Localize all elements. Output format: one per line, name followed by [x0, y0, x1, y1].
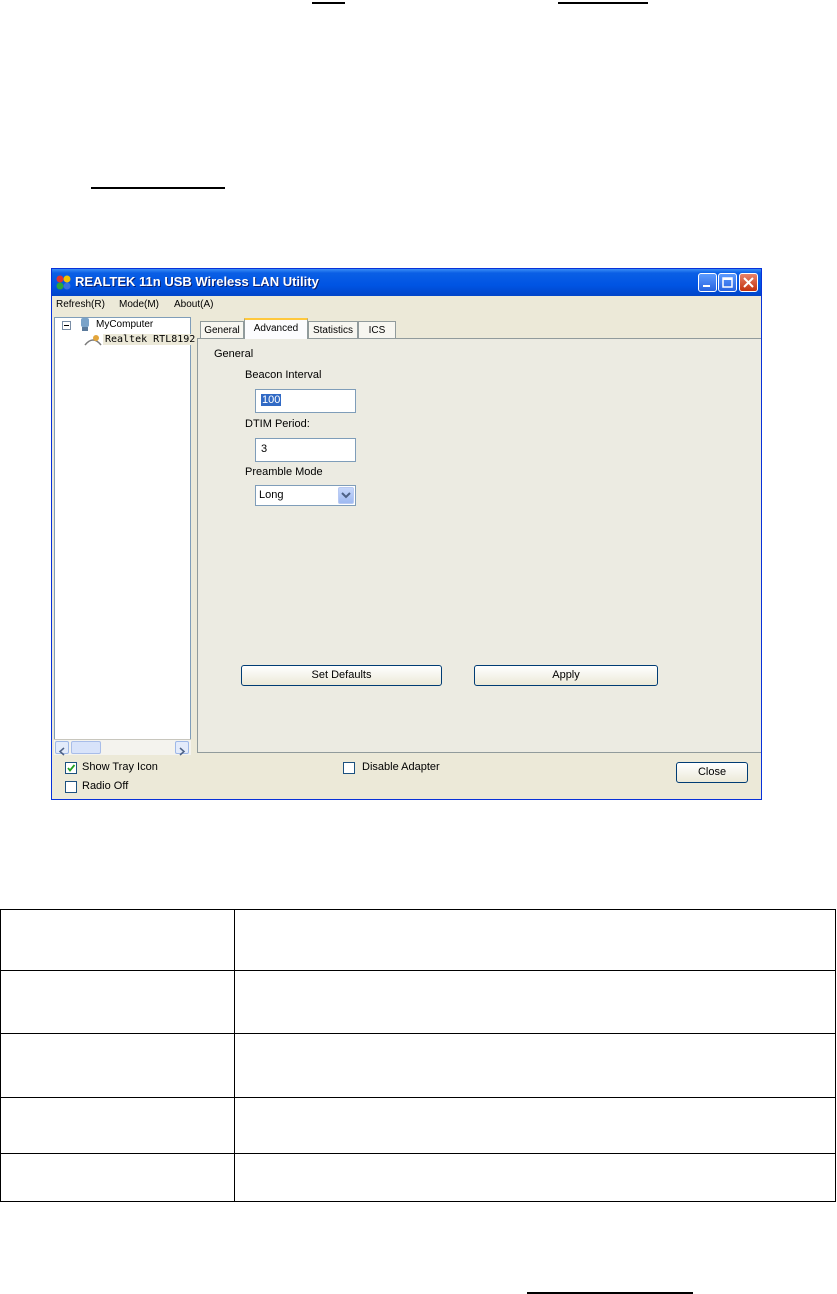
close-button[interactable]: Close — [676, 762, 748, 783]
group-label-general: General — [214, 348, 254, 360]
preamble-mode-value: Long — [259, 489, 284, 501]
table-cell — [0, 1033, 235, 1098]
title-bar[interactable]: REALTEK 11n USB Wireless LAN Utility — [52, 269, 761, 296]
table-row — [0, 1153, 836, 1202]
tree-item-mycomputer[interactable]: MyComputer — [96, 319, 153, 330]
apply-button[interactable]: Apply — [474, 665, 658, 686]
table-cell — [0, 1097, 235, 1154]
table-cell — [0, 1153, 235, 1202]
maximize-icon — [722, 277, 733, 288]
scroll-right-button[interactable] — [175, 741, 189, 756]
adapter-icon — [84, 335, 102, 346]
table-cell — [0, 909, 235, 971]
minimize-icon — [703, 285, 710, 287]
maximize-button[interactable] — [718, 273, 737, 292]
minimize-button[interactable] — [698, 273, 717, 292]
utility-window: REALTEK 11n USB Wireless LAN Utility Ref… — [51, 268, 762, 800]
app-icon — [56, 275, 71, 290]
tree-horizontal-scrollbar[interactable] — [54, 739, 191, 756]
chevron-right-icon — [179, 747, 186, 756]
tree-item-adapter[interactable]: Realtek RTL8192 — [103, 334, 198, 345]
radio-off-label[interactable]: Radio Off — [82, 780, 128, 792]
scroll-left-button[interactable] — [55, 741, 69, 756]
beacon-interval-label: Beacon Interval — [245, 369, 322, 381]
chevron-left-icon — [58, 747, 65, 756]
close-icon — [743, 277, 754, 288]
menu-refresh[interactable]: Refresh(R) — [56, 299, 105, 310]
tab-advanced[interactable]: Advanced — [244, 318, 308, 339]
menu-mode[interactable]: Mode(M) — [119, 299, 159, 310]
beacon-interval-input[interactable]: 100 — [255, 389, 356, 413]
show-tray-icon-label[interactable]: Show Tray Icon — [82, 761, 158, 773]
underline-3 — [91, 187, 225, 189]
beacon-interval-value: 100 — [261, 394, 282, 406]
disable-adapter-label[interactable]: Disable Adapter — [362, 761, 440, 773]
table-cell — [234, 1033, 836, 1098]
underline-2 — [558, 2, 648, 4]
close-window-button[interactable] — [739, 273, 758, 292]
preamble-dropdown-button[interactable] — [338, 487, 354, 504]
dtim-period-label: DTIM Period: — [245, 418, 310, 430]
tab-ics[interactable]: ICS — [358, 321, 396, 339]
table-row — [0, 1097, 836, 1154]
scroll-thumb[interactable] — [71, 741, 101, 754]
table-cell — [0, 970, 235, 1034]
table-row — [0, 909, 836, 971]
chevron-down-icon — [341, 492, 351, 499]
preamble-mode-label: Preamble Mode — [245, 466, 323, 478]
advanced-panel: General Beacon Interval 100 DTIM Period:… — [197, 338, 761, 753]
table-cell — [234, 970, 836, 1034]
computer-icon — [81, 318, 89, 331]
tab-general[interactable]: General — [200, 321, 244, 339]
preamble-mode-select[interactable]: Long — [255, 485, 356, 506]
radio-off-checkbox[interactable] — [65, 781, 77, 793]
menu-bar: Refresh(R) Mode(M) About(A) — [52, 296, 761, 314]
tab-container: General Advanced Statistics ICS General … — [197, 318, 761, 755]
table-row — [0, 970, 836, 1034]
checkmark-icon — [67, 764, 76, 772]
collapse-icon[interactable] — [62, 321, 71, 330]
adapter-tree: MyComputer Realtek RTL8192 — [54, 317, 198, 755]
table-cell — [234, 909, 836, 971]
underline-1 — [312, 2, 345, 4]
set-defaults-button[interactable]: Set Defaults — [241, 665, 442, 686]
tab-statistics[interactable]: Statistics — [308, 321, 358, 339]
settings-table — [0, 909, 836, 1202]
table-cell — [234, 1153, 836, 1202]
show-tray-icon-checkbox[interactable] — [65, 762, 77, 774]
window-title: REALTEK 11n USB Wireless LAN Utility — [75, 274, 319, 289]
table-cell — [234, 1097, 836, 1154]
disable-adapter-checkbox[interactable] — [343, 762, 355, 774]
menu-about[interactable]: About(A) — [174, 299, 213, 310]
table-row — [0, 1033, 836, 1098]
dtim-period-input[interactable]: 3 — [255, 438, 356, 462]
